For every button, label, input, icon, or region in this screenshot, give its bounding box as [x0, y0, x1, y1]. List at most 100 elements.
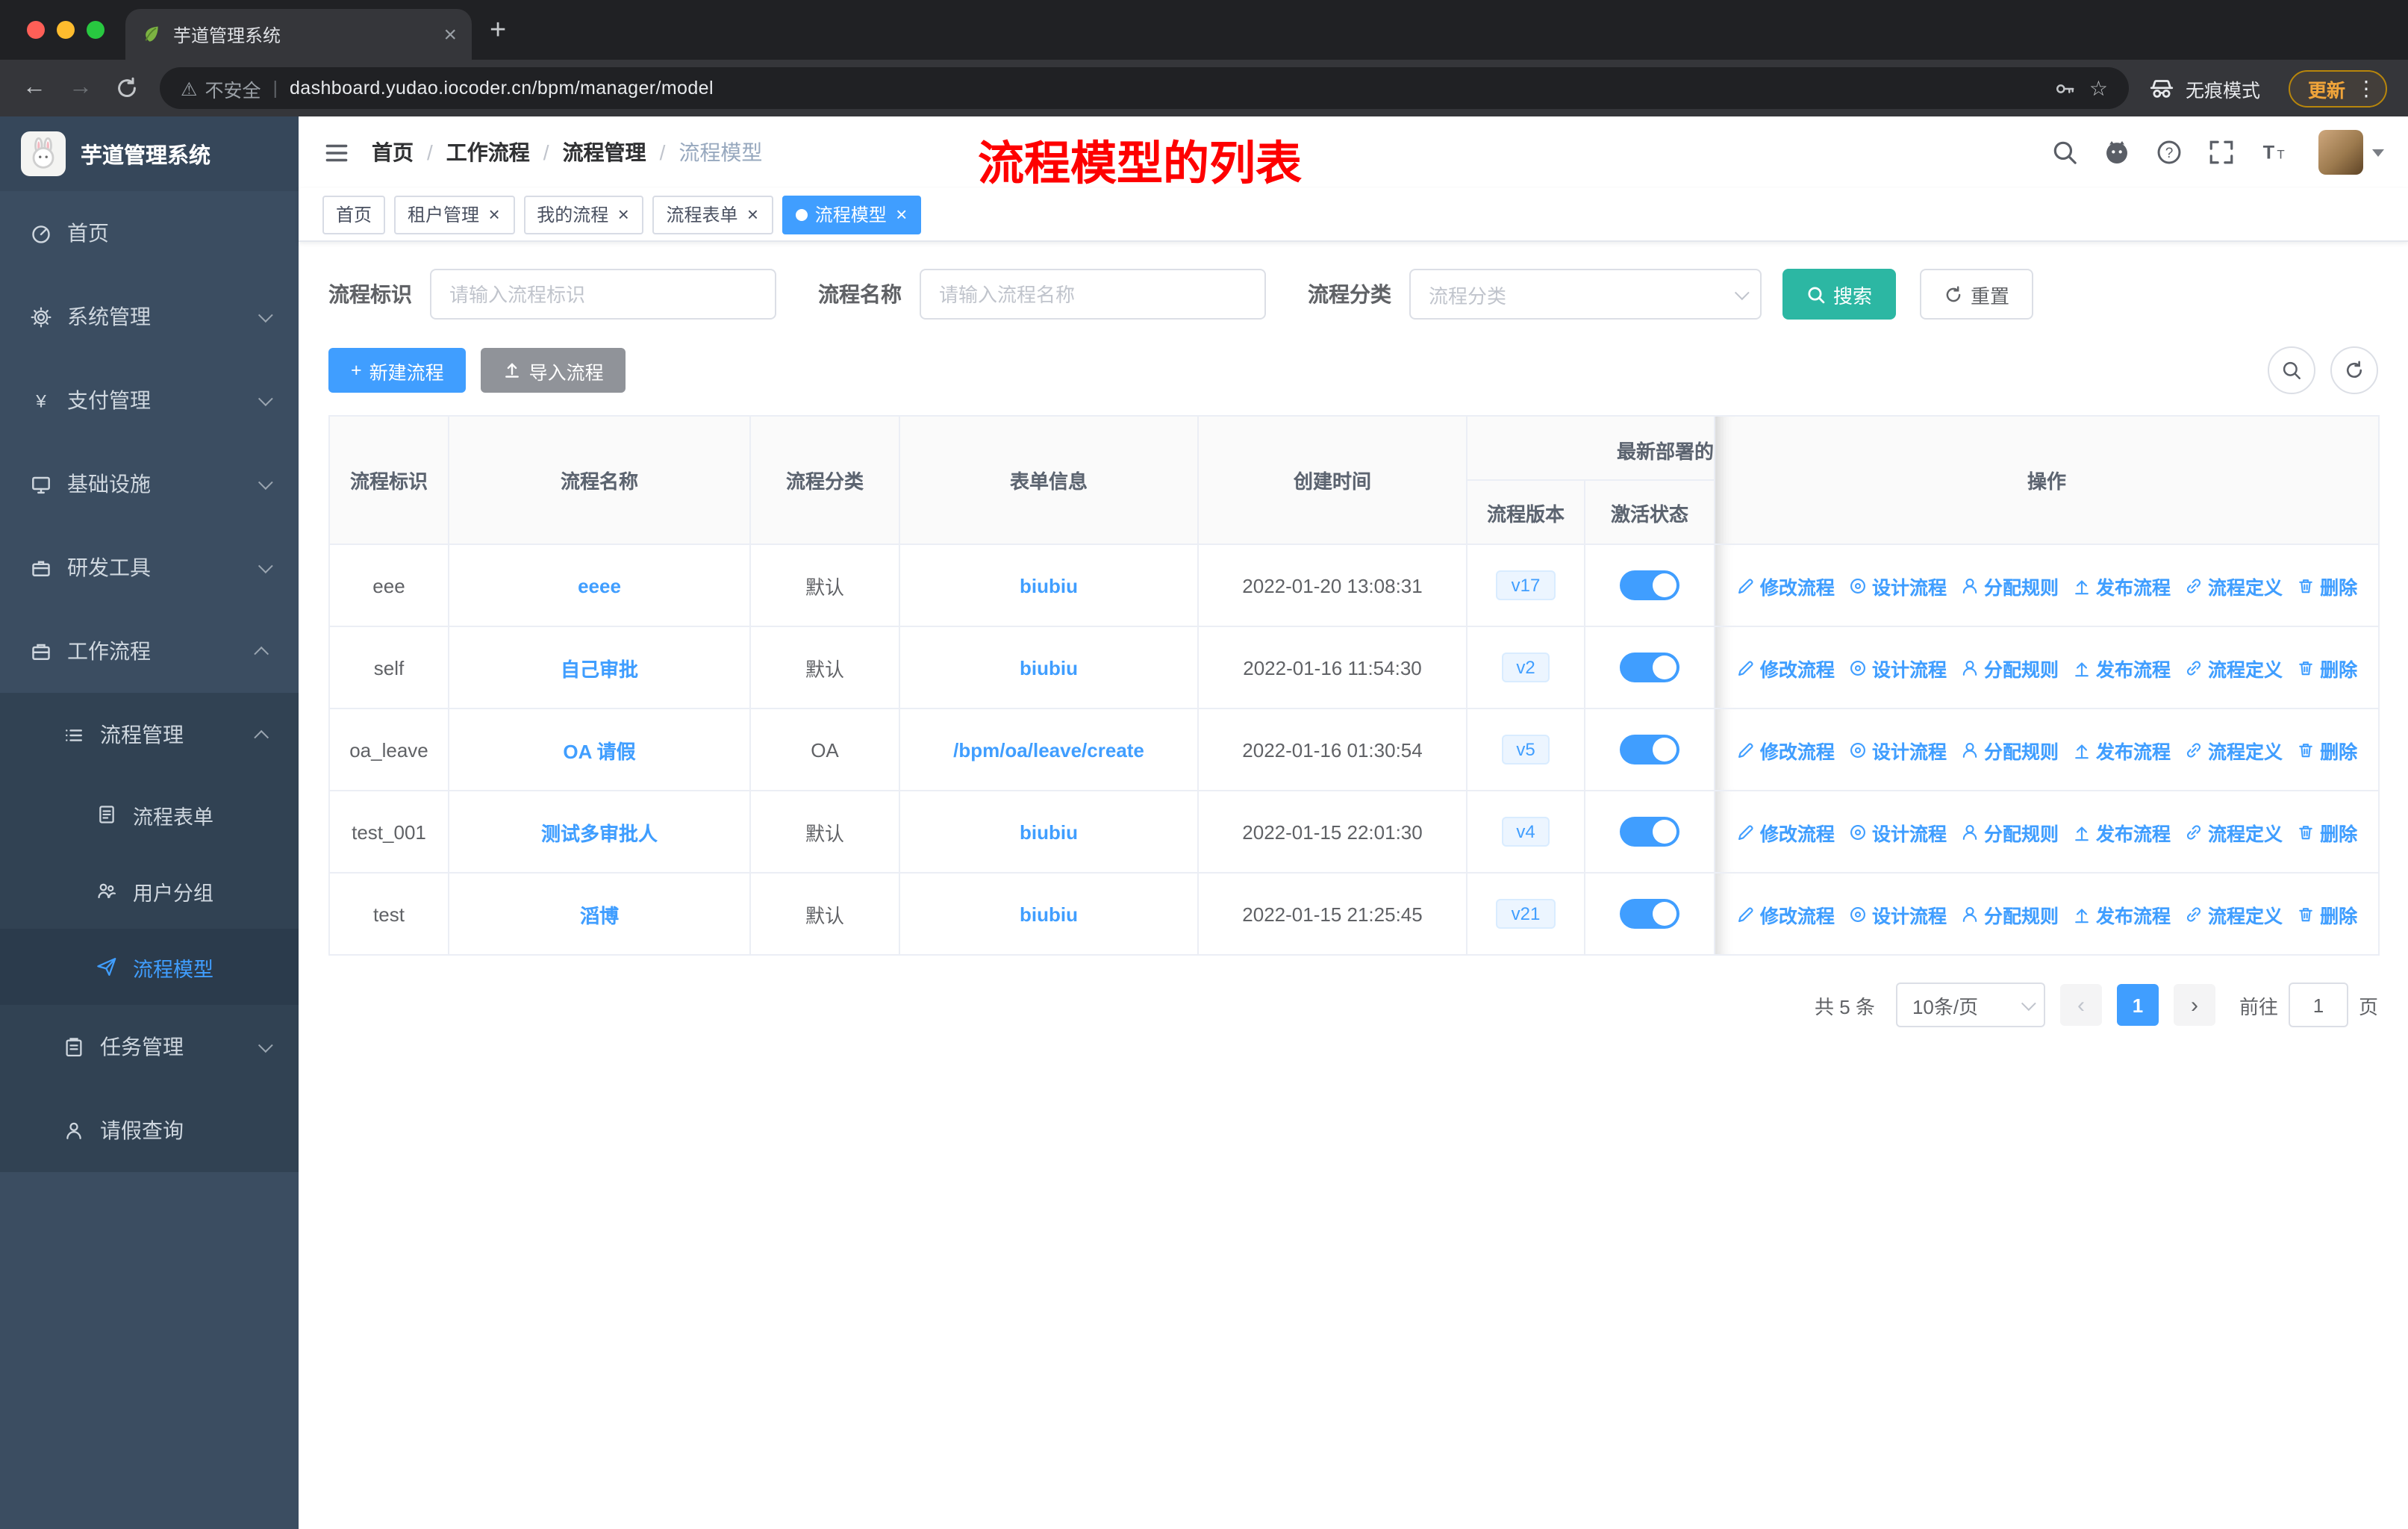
- action-process-definition[interactable]: 流程定义: [2184, 900, 2283, 928]
- fullscreen-icon[interactable]: [2208, 139, 2235, 166]
- prev-page-button[interactable]: ‹: [2059, 984, 2102, 1026]
- create-process-button[interactable]: + 新建流程: [328, 348, 467, 393]
- back-icon[interactable]: ←: [21, 75, 48, 102]
- sidebar-item-system[interactable]: 系统管理: [0, 275, 299, 358]
- action-modify-process[interactable]: 修改流程: [1736, 653, 1835, 682]
- action-publish-process[interactable]: 发布流程: [2072, 571, 2171, 600]
- form-info-link[interactable]: biubiu: [1020, 820, 1078, 843]
- action-assign-rules[interactable]: 分配规则: [1960, 900, 2059, 928]
- page-size-select[interactable]: 10条/页: [1895, 983, 2045, 1027]
- search-icon[interactable]: [2051, 139, 2078, 166]
- sidebar-item-process-model[interactable]: 流程模型: [0, 929, 299, 1005]
- sidebar-item-dev-tools[interactable]: 研发工具: [0, 526, 299, 609]
- font-size-icon[interactable]: TT: [2260, 139, 2287, 166]
- avatar[interactable]: [2318, 130, 2363, 175]
- form-info-link[interactable]: biubiu: [1020, 574, 1078, 597]
- action-design-process[interactable]: 设计流程: [1848, 818, 1947, 846]
- action-assign-rules[interactable]: 分配规则: [1960, 818, 2059, 846]
- reset-button[interactable]: 重置: [1920, 269, 2034, 320]
- model-name-link[interactable]: 测试多审批人: [541, 822, 658, 844]
- sidebar-item-task-management[interactable]: 任务管理: [0, 1005, 299, 1089]
- reload-icon[interactable]: [113, 76, 140, 100]
- sidebar-item-process-management[interactable]: 流程管理: [0, 693, 299, 776]
- sidebar-item-infrastructure[interactable]: 基础设施: [0, 442, 299, 526]
- browser-menu-icon[interactable]: ⋮: [2356, 75, 2377, 101]
- action-modify-process[interactable]: 修改流程: [1736, 818, 1835, 846]
- sidebar-item-user-group[interactable]: 用户分组: [0, 853, 299, 929]
- model-name-link[interactable]: 滔博: [580, 904, 619, 927]
- password-key-icon[interactable]: [2055, 77, 2077, 99]
- import-process-button[interactable]: 导入流程: [481, 348, 626, 393]
- model-name-input[interactable]: [920, 269, 1266, 320]
- action-design-process[interactable]: 设计流程: [1848, 571, 1947, 600]
- action-delete[interactable]: 删除: [2296, 900, 2357, 928]
- tab-close-icon[interactable]: ×: [443, 23, 457, 46]
- sidebar-item-workflow[interactable]: 工作流程: [0, 609, 299, 693]
- action-assign-rules[interactable]: 分配规则: [1960, 571, 2059, 600]
- refresh-table-button[interactable]: [2330, 346, 2378, 394]
- active-status-toggle[interactable]: [1620, 735, 1679, 764]
- view-tab[interactable]: 我的流程 ×: [523, 195, 644, 234]
- action-process-definition[interactable]: 流程定义: [2184, 735, 2283, 764]
- action-modify-process[interactable]: 修改流程: [1736, 735, 1835, 764]
- view-tab[interactable]: 首页: [322, 195, 386, 234]
- user-menu[interactable]: [2318, 130, 2384, 175]
- action-design-process[interactable]: 设计流程: [1848, 735, 1947, 764]
- action-modify-process[interactable]: 修改流程: [1736, 900, 1835, 928]
- action-assign-rules[interactable]: 分配规则: [1960, 735, 2059, 764]
- action-process-definition[interactable]: 流程定义: [2184, 571, 2283, 600]
- active-status-toggle[interactable]: [1620, 653, 1679, 682]
- address-bar[interactable]: ⚠ 不安全 | dashboard.yudao.iocoder.cn/bpm/m…: [160, 67, 2129, 109]
- model-name-link[interactable]: 自己审批: [561, 658, 638, 680]
- action-publish-process[interactable]: 发布流程: [2072, 818, 2171, 846]
- sidebar-item-process-form[interactable]: 流程表单: [0, 776, 299, 853]
- action-publish-process[interactable]: 发布流程: [2072, 735, 2171, 764]
- breadcrumb-workflow[interactable]: 工作流程: [446, 137, 530, 167]
- active-status-toggle[interactable]: [1620, 899, 1679, 929]
- security-warning[interactable]: ⚠ 不安全: [181, 74, 261, 102]
- category-select[interactable]: 流程分类: [1409, 269, 1762, 320]
- sidebar-item-leave-query[interactable]: 请假查询: [0, 1089, 299, 1172]
- search-button[interactable]: 搜索: [1782, 269, 1897, 320]
- close-tab-icon[interactable]: ×: [894, 205, 908, 224]
- action-design-process[interactable]: 设计流程: [1848, 900, 1947, 928]
- next-page-button[interactable]: ›: [2173, 984, 2215, 1026]
- goto-page-input[interactable]: [2288, 983, 2348, 1027]
- new-tab-button[interactable]: +: [490, 15, 506, 48]
- active-status-toggle[interactable]: [1620, 817, 1679, 847]
- action-delete[interactable]: 删除: [2296, 735, 2357, 764]
- form-info-link[interactable]: biubiu: [1020, 656, 1078, 679]
- view-tab[interactable]: 流程表单 ×: [652, 195, 773, 234]
- form-info-link[interactable]: biubiu: [1020, 903, 1078, 925]
- action-publish-process[interactable]: 发布流程: [2072, 653, 2171, 682]
- forward-icon[interactable]: →: [67, 75, 94, 102]
- action-assign-rules[interactable]: 分配规则: [1960, 653, 2059, 682]
- breadcrumb-process-management[interactable]: 流程管理: [563, 137, 646, 167]
- window-minimize-button[interactable]: [57, 21, 75, 39]
- model-name-link[interactable]: OA 请假: [563, 740, 635, 762]
- active-status-toggle[interactable]: [1620, 570, 1679, 600]
- action-modify-process[interactable]: 修改流程: [1736, 571, 1835, 600]
- close-tab-icon[interactable]: ×: [746, 205, 760, 224]
- close-tab-icon[interactable]: ×: [487, 205, 501, 224]
- browser-tab[interactable]: 芋道管理系统 ×: [125, 9, 472, 60]
- browser-update-chip[interactable]: 更新 ⋮: [2288, 69, 2387, 107]
- bookmark-star-icon[interactable]: ☆: [2089, 75, 2108, 101]
- close-tab-icon[interactable]: ×: [616, 205, 630, 224]
- help-icon[interactable]: ?: [2156, 139, 2183, 166]
- action-delete[interactable]: 删除: [2296, 653, 2357, 682]
- sidebar-item-home[interactable]: 首页: [0, 191, 299, 275]
- action-publish-process[interactable]: 发布流程: [2072, 900, 2171, 928]
- github-icon[interactable]: [2103, 139, 2130, 166]
- toggle-search-button[interactable]: [2268, 346, 2315, 394]
- action-delete[interactable]: 删除: [2296, 571, 2357, 600]
- view-tab[interactable]: 租户管理 ×: [394, 195, 515, 234]
- collapse-sidebar-icon[interactable]: [322, 138, 351, 166]
- sidebar-item-payment[interactable]: ¥ 支付管理: [0, 358, 299, 442]
- model-key-input[interactable]: [430, 269, 776, 320]
- form-info-link[interactable]: /bpm/oa/leave/create: [953, 738, 1144, 761]
- action-process-definition[interactable]: 流程定义: [2184, 818, 2283, 846]
- breadcrumb-home[interactable]: 首页: [372, 137, 414, 167]
- action-delete[interactable]: 删除: [2296, 818, 2357, 846]
- model-name-link[interactable]: eeee: [578, 574, 621, 597]
